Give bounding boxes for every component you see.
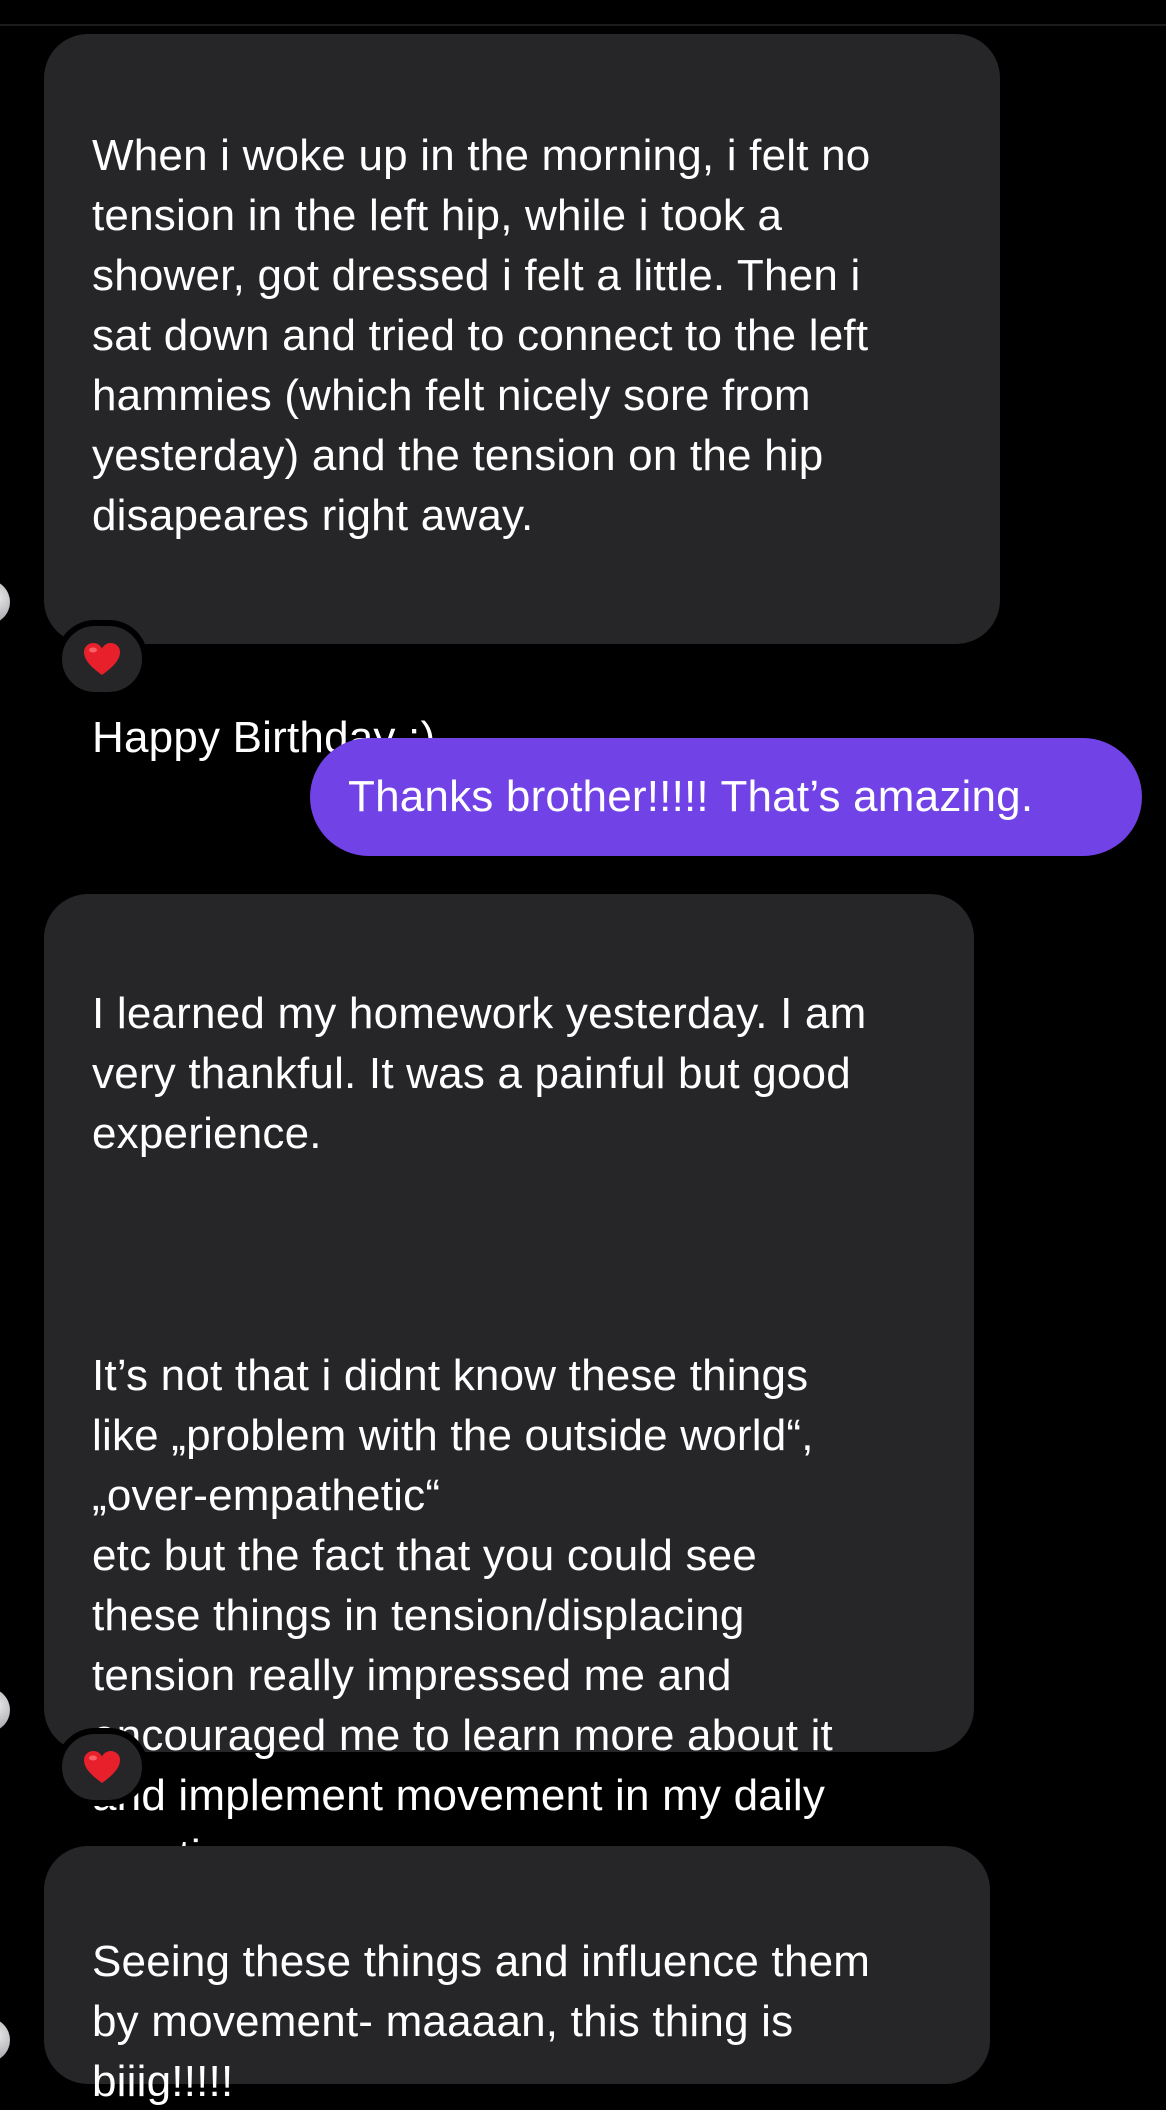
incoming-message-bubble[interactable]: When i woke up in the morning, i felt no… bbox=[44, 34, 1000, 762]
incoming-message-bubble[interactable]: I learned my homework yesterday. I am ve… bbox=[44, 894, 974, 1880]
message-text: It’s not that i didnt know these things … bbox=[92, 1351, 833, 1880]
message-text: I learned my homework yesterday. I am ve… bbox=[92, 989, 867, 1158]
message-text: Thanks brother!!!!! That’s amazing. bbox=[348, 772, 1034, 821]
sender-avatar[interactable] bbox=[0, 1688, 10, 1732]
sender-avatar[interactable] bbox=[0, 580, 10, 624]
top-divider bbox=[0, 24, 1166, 26]
incoming-message-bubble[interactable]: Seeing these things and influence them b… bbox=[44, 1846, 990, 2106]
outgoing-message-bubble[interactable]: Thanks brother!!!!! That’s amazing. bbox=[310, 738, 1142, 856]
message-text: Seeing these things and influence them b… bbox=[92, 1937, 871, 2106]
message-reaction[interactable] bbox=[56, 1728, 148, 1806]
message-text: When i woke up in the morning, i felt no… bbox=[92, 131, 871, 540]
sender-avatar[interactable] bbox=[0, 2018, 10, 2062]
heart-icon bbox=[83, 642, 121, 676]
message-reaction[interactable] bbox=[56, 620, 148, 698]
heart-icon bbox=[83, 1750, 121, 1784]
